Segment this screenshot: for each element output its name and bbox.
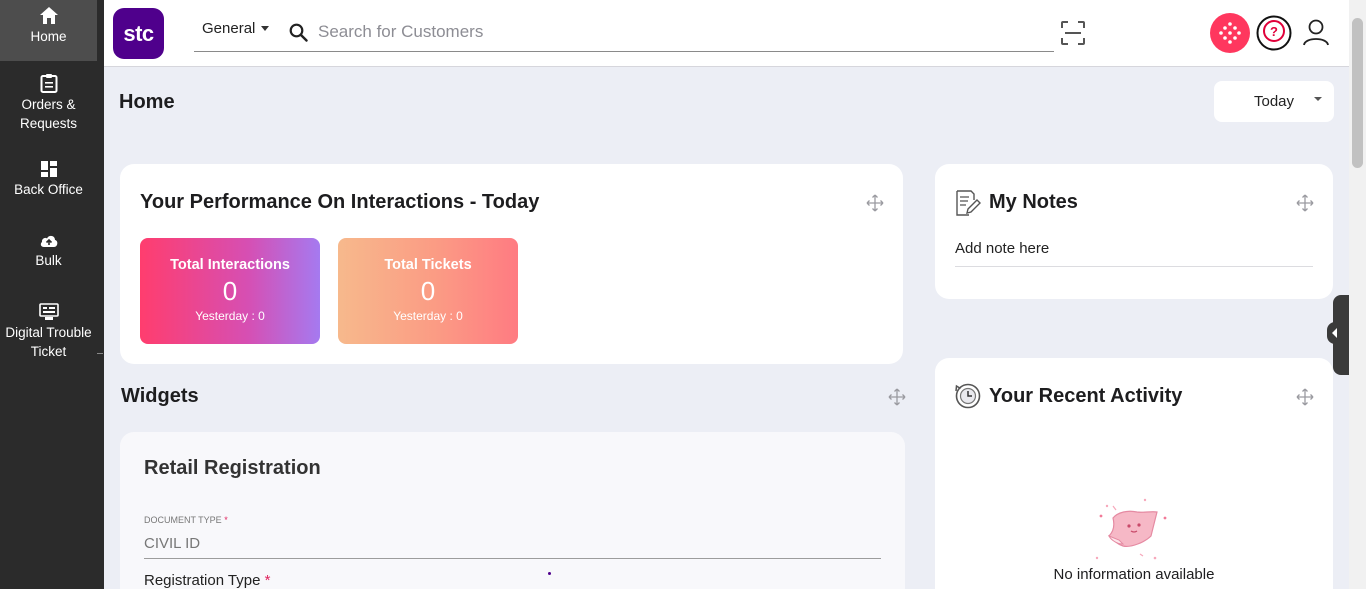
empty-state-text: No information available <box>1053 566 1215 583</box>
notes-icon <box>956 190 981 216</box>
total-interactions-card[interactable]: Total Interactions 0 Yesterday : 0 <box>140 238 320 344</box>
chevron-left-icon <box>1332 328 1337 338</box>
customer-search-input[interactable] <box>318 18 1018 46</box>
search-bar: General <box>194 14 1054 52</box>
dashboard-icon <box>40 161 57 177</box>
cloud-upload-icon <box>40 235 57 247</box>
notes-title: My Notes <box>989 191 1078 213</box>
sidebar: Home Orders & Requests Back Office Bulk … <box>0 0 104 589</box>
recent-activity-title: Your Recent Activity <box>989 385 1183 407</box>
scan-icon[interactable] <box>1060 20 1086 46</box>
vertical-scrollbar[interactable] <box>1349 0 1366 589</box>
sidebar-item-digital-trouble-ticket[interactable]: Digital Trouble Ticket <box>0 303 97 361</box>
move-icon[interactable] <box>866 194 884 212</box>
caret-down-icon <box>261 26 270 31</box>
recent-activity-card: Your Recent Activity No information avai… <box>935 358 1333 589</box>
period-dropdown[interactable]: Today <box>1214 81 1334 122</box>
stc-logo[interactable]: stc <box>113 8 164 59</box>
page-title: Home <box>119 91 175 113</box>
loading-dot <box>548 572 551 575</box>
sidebar-divider <box>97 353 103 354</box>
side-panel-toggle[interactable] <box>1327 295 1349 375</box>
clipboard-icon <box>40 74 57 93</box>
caret-down-icon <box>1314 97 1322 101</box>
apps-launcher-button[interactable] <box>1210 13 1250 53</box>
sidebar-item-label: Back Office <box>14 182 83 197</box>
dots-grid-icon <box>1219 22 1241 44</box>
empty-state-illustration <box>1095 498 1167 560</box>
stat-yesterday: Yesterday : 0 <box>393 309 463 323</box>
sidebar-item-label: Bulk <box>35 253 62 268</box>
move-icon[interactable] <box>1296 388 1314 406</box>
document-type-label: DOCUMENT TYPE * <box>144 515 228 525</box>
help-icon[interactable]: ? <box>1255 14 1293 52</box>
document-type-select[interactable]: CIVIL ID <box>144 535 881 559</box>
widgets-title: Widgets <box>121 385 199 407</box>
home-icon <box>39 7 58 24</box>
retail-registration-card: Retail Registration DOCUMENT TYPE * CIVI… <box>120 432 905 589</box>
total-tickets-card[interactable]: Total Tickets 0 Yesterday : 0 <box>338 238 518 344</box>
sidebar-item-back-office[interactable]: Back Office <box>0 160 97 199</box>
user-profile-icon[interactable] <box>1301 17 1331 47</box>
notes-card: My Notes Add note here <box>935 164 1333 299</box>
sidebar-item-label: Home <box>30 29 67 44</box>
search-scope-label: General <box>202 20 256 37</box>
search-icon[interactable] <box>289 23 308 42</box>
stat-value: 0 <box>420 276 436 306</box>
svg-text:?: ? <box>1270 24 1278 39</box>
stat-yesterday: Yesterday : 0 <box>195 309 265 323</box>
history-icon <box>955 383 981 409</box>
period-value: Today <box>1254 93 1295 110</box>
move-icon[interactable] <box>888 388 906 406</box>
sidebar-item-home[interactable]: Home <box>0 0 97 61</box>
performance-card: Your Performance On Interactions - Today… <box>120 164 903 364</box>
ticket-icon <box>38 303 59 320</box>
move-icon[interactable] <box>1296 194 1314 212</box>
sidebar-item-orders[interactable]: Orders & Requests <box>0 73 97 133</box>
registration-type-label: Registration Type * <box>144 572 271 589</box>
scrollbar-thumb[interactable] <box>1352 18 1363 168</box>
stat-value: 0 <box>222 276 238 306</box>
stat-label: Total Interactions <box>170 257 290 273</box>
stat-label: Total Tickets <box>384 257 472 273</box>
sidebar-item-bulk[interactable]: Bulk <box>0 233 97 270</box>
retail-registration-title: Retail Registration <box>144 457 321 479</box>
top-bar: stc General ? <box>104 0 1349 67</box>
performance-title: Your Performance On Interactions - Today <box>140 191 540 213</box>
sidebar-item-label: Orders & Requests <box>19 97 78 131</box>
sidebar-item-label: Digital Trouble Ticket <box>5 325 92 359</box>
note-input[interactable]: Add note here <box>955 240 1313 267</box>
search-scope-dropdown[interactable]: General <box>202 20 270 37</box>
